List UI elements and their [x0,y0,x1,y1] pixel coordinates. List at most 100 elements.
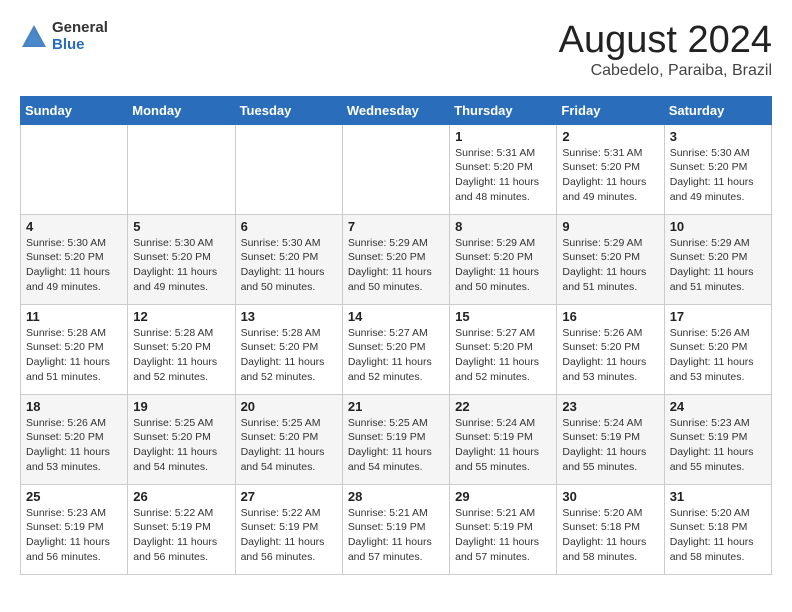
weekday-header-sunday: Sunday [21,96,128,124]
day-number: 6 [241,219,337,234]
calendar-cell: 1 Sunrise: 5:31 AM Sunset: 5:20 PM Daylig… [450,124,557,214]
calendar-cell [21,124,128,214]
day-info: Sunrise: 5:29 AM Sunset: 5:20 PM Dayligh… [562,236,658,295]
calendar-cell [342,124,449,214]
day-info: Sunrise: 5:24 AM Sunset: 5:19 PM Dayligh… [562,416,658,475]
calendar-cell: 29Sunrise: 5:21 AM Sunset: 5:19 PM Dayli… [450,484,557,574]
calendar-week-row: 1 Sunrise: 5:31 AM Sunset: 5:20 PM Daylig… [21,124,772,214]
day-number: 27 [241,489,337,504]
day-number: 23 [562,399,658,414]
day-number: 29 [455,489,551,504]
day-number: 22 [455,399,551,414]
calendar-cell: 7 Sunrise: 5:29 AM Sunset: 5:20 PM Daylig… [342,214,449,304]
day-info: Sunrise: 5:24 AM Sunset: 5:19 PM Dayligh… [455,416,551,475]
calendar-cell: 30Sunrise: 5:20 AM Sunset: 5:18 PM Dayli… [557,484,664,574]
calendar-cell: 5 Sunrise: 5:30 AM Sunset: 5:20 PM Daylig… [128,214,235,304]
title-block: August 2024 Cabedelo, Paraiba, Brazil [559,20,772,80]
day-info: Sunrise: 5:27 AM Sunset: 5:20 PM Dayligh… [348,326,444,385]
day-info: Sunrise: 5:29 AM Sunset: 5:20 PM Dayligh… [455,236,551,295]
day-info: Sunrise: 5:30 AM Sunset: 5:20 PM Dayligh… [241,236,337,295]
calendar-week-row: 25Sunrise: 5:23 AM Sunset: 5:19 PM Dayli… [21,484,772,574]
calendar-week-row: 4 Sunrise: 5:30 AM Sunset: 5:20 PM Daylig… [21,214,772,304]
location-title: Cabedelo, Paraiba, Brazil [559,62,772,80]
calendar-cell: 31 Sunrise: 5:20 AM Sunset: 5:18 PM Dayli… [664,484,771,574]
day-info: Sunrise: 5:21 AM Sunset: 5:19 PM Dayligh… [348,506,444,565]
day-number: 19 [133,399,229,414]
calendar-cell: 3 Sunrise: 5:30 AM Sunset: 5:20 PM Daylig… [664,124,771,214]
day-number: 7 [348,219,444,234]
logo-text: General Blue [52,20,108,53]
calendar-cell: 16Sunrise: 5:26 AM Sunset: 5:20 PM Dayli… [557,304,664,394]
day-info: Sunrise: 5:28 AM Sunset: 5:20 PM Dayligh… [241,326,337,385]
calendar-cell: 9Sunrise: 5:29 AM Sunset: 5:20 PM Daylig… [557,214,664,304]
day-info: Sunrise: 5:25 AM Sunset: 5:19 PM Dayligh… [348,416,444,475]
calendar-cell: 2Sunrise: 5:31 AM Sunset: 5:20 PM Daylig… [557,124,664,214]
day-number: 10 [670,219,766,234]
day-number: 1 [455,129,551,144]
day-number: 31 [670,489,766,504]
calendar-cell: 28Sunrise: 5:21 AM Sunset: 5:19 PM Dayli… [342,484,449,574]
month-title: August 2024 [559,20,772,62]
calendar-cell: 19Sunrise: 5:25 AM Sunset: 5:20 PM Dayli… [128,394,235,484]
logo-blue-label: Blue [52,37,108,54]
day-number: 4 [26,219,122,234]
day-info: Sunrise: 5:27 AM Sunset: 5:20 PM Dayligh… [455,326,551,385]
day-number: 5 [133,219,229,234]
calendar-cell: 27 Sunrise: 5:22 AM Sunset: 5:19 PM Dayli… [235,484,342,574]
calendar-cell: 26 Sunrise: 5:22 AM Sunset: 5:19 PM Dayli… [128,484,235,574]
weekday-header-tuesday: Tuesday [235,96,342,124]
day-info: Sunrise: 5:22 AM Sunset: 5:19 PM Dayligh… [133,506,229,565]
day-info: Sunrise: 5:30 AM Sunset: 5:20 PM Dayligh… [133,236,229,295]
logo-general-label: General [52,20,108,37]
calendar-cell [235,124,342,214]
day-number: 8 [455,219,551,234]
day-info: Sunrise: 5:22 AM Sunset: 5:19 PM Dayligh… [241,506,337,565]
day-number: 14 [348,309,444,324]
day-info: Sunrise: 5:31 AM Sunset: 5:20 PM Dayligh… [455,146,551,205]
day-number: 26 [133,489,229,504]
day-info: Sunrise: 5:23 AM Sunset: 5:19 PM Dayligh… [670,416,766,475]
calendar-week-row: 11 Sunrise: 5:28 AM Sunset: 5:20 PM Dayli… [21,304,772,394]
day-info: Sunrise: 5:26 AM Sunset: 5:20 PM Dayligh… [670,326,766,385]
weekday-header-wednesday: Wednesday [342,96,449,124]
day-number: 13 [241,309,337,324]
calendar-cell: 6 Sunrise: 5:30 AM Sunset: 5:20 PM Daylig… [235,214,342,304]
calendar-cell: 15 Sunrise: 5:27 AM Sunset: 5:20 PM Dayli… [450,304,557,394]
day-number: 24 [670,399,766,414]
calendar-cell: 10 Sunrise: 5:29 AM Sunset: 5:20 PM Dayli… [664,214,771,304]
calendar-cell: 25Sunrise: 5:23 AM Sunset: 5:19 PM Dayli… [21,484,128,574]
day-info: Sunrise: 5:29 AM Sunset: 5:20 PM Dayligh… [670,236,766,295]
day-info: Sunrise: 5:28 AM Sunset: 5:20 PM Dayligh… [26,326,122,385]
weekday-header-row: SundayMondayTuesdayWednesdayThursdayFrid… [21,96,772,124]
calendar-cell: 4Sunrise: 5:30 AM Sunset: 5:20 PM Daylig… [21,214,128,304]
day-number: 12 [133,309,229,324]
weekday-header-saturday: Saturday [664,96,771,124]
day-number: 17 [670,309,766,324]
day-info: Sunrise: 5:26 AM Sunset: 5:20 PM Dayligh… [26,416,122,475]
calendar-cell: 12 Sunrise: 5:28 AM Sunset: 5:20 PM Dayli… [128,304,235,394]
day-number: 18 [26,399,122,414]
calendar-cell: 18 Sunrise: 5:26 AM Sunset: 5:20 PM Dayli… [21,394,128,484]
calendar-cell: 22 Sunrise: 5:24 AM Sunset: 5:19 PM Dayli… [450,394,557,484]
day-number: 3 [670,129,766,144]
calendar-cell [128,124,235,214]
calendar-cell: 13 Sunrise: 5:28 AM Sunset: 5:20 PM Dayli… [235,304,342,394]
calendar-cell: 17 Sunrise: 5:26 AM Sunset: 5:20 PM Dayli… [664,304,771,394]
day-info: Sunrise: 5:20 AM Sunset: 5:18 PM Dayligh… [670,506,766,565]
day-info: Sunrise: 5:26 AM Sunset: 5:20 PM Dayligh… [562,326,658,385]
calendar-cell: 23 Sunrise: 5:24 AM Sunset: 5:19 PM Dayli… [557,394,664,484]
day-info: Sunrise: 5:23 AM Sunset: 5:19 PM Dayligh… [26,506,122,565]
day-info: Sunrise: 5:31 AM Sunset: 5:20 PM Dayligh… [562,146,658,205]
day-number: 15 [455,309,551,324]
day-number: 11 [26,309,122,324]
day-info: Sunrise: 5:28 AM Sunset: 5:20 PM Dayligh… [133,326,229,385]
day-info: Sunrise: 5:20 AM Sunset: 5:18 PM Dayligh… [562,506,658,565]
logo: General Blue [20,20,108,53]
day-info: Sunrise: 5:25 AM Sunset: 5:20 PM Dayligh… [241,416,337,475]
page-header: General Blue August 2024 Cabedelo, Parai… [20,20,772,80]
weekday-header-monday: Monday [128,96,235,124]
calendar-table: SundayMondayTuesdayWednesdayThursdayFrid… [20,96,772,575]
logo-icon [20,23,48,51]
day-info: Sunrise: 5:30 AM Sunset: 5:20 PM Dayligh… [670,146,766,205]
day-info: Sunrise: 5:29 AM Sunset: 5:20 PM Dayligh… [348,236,444,295]
